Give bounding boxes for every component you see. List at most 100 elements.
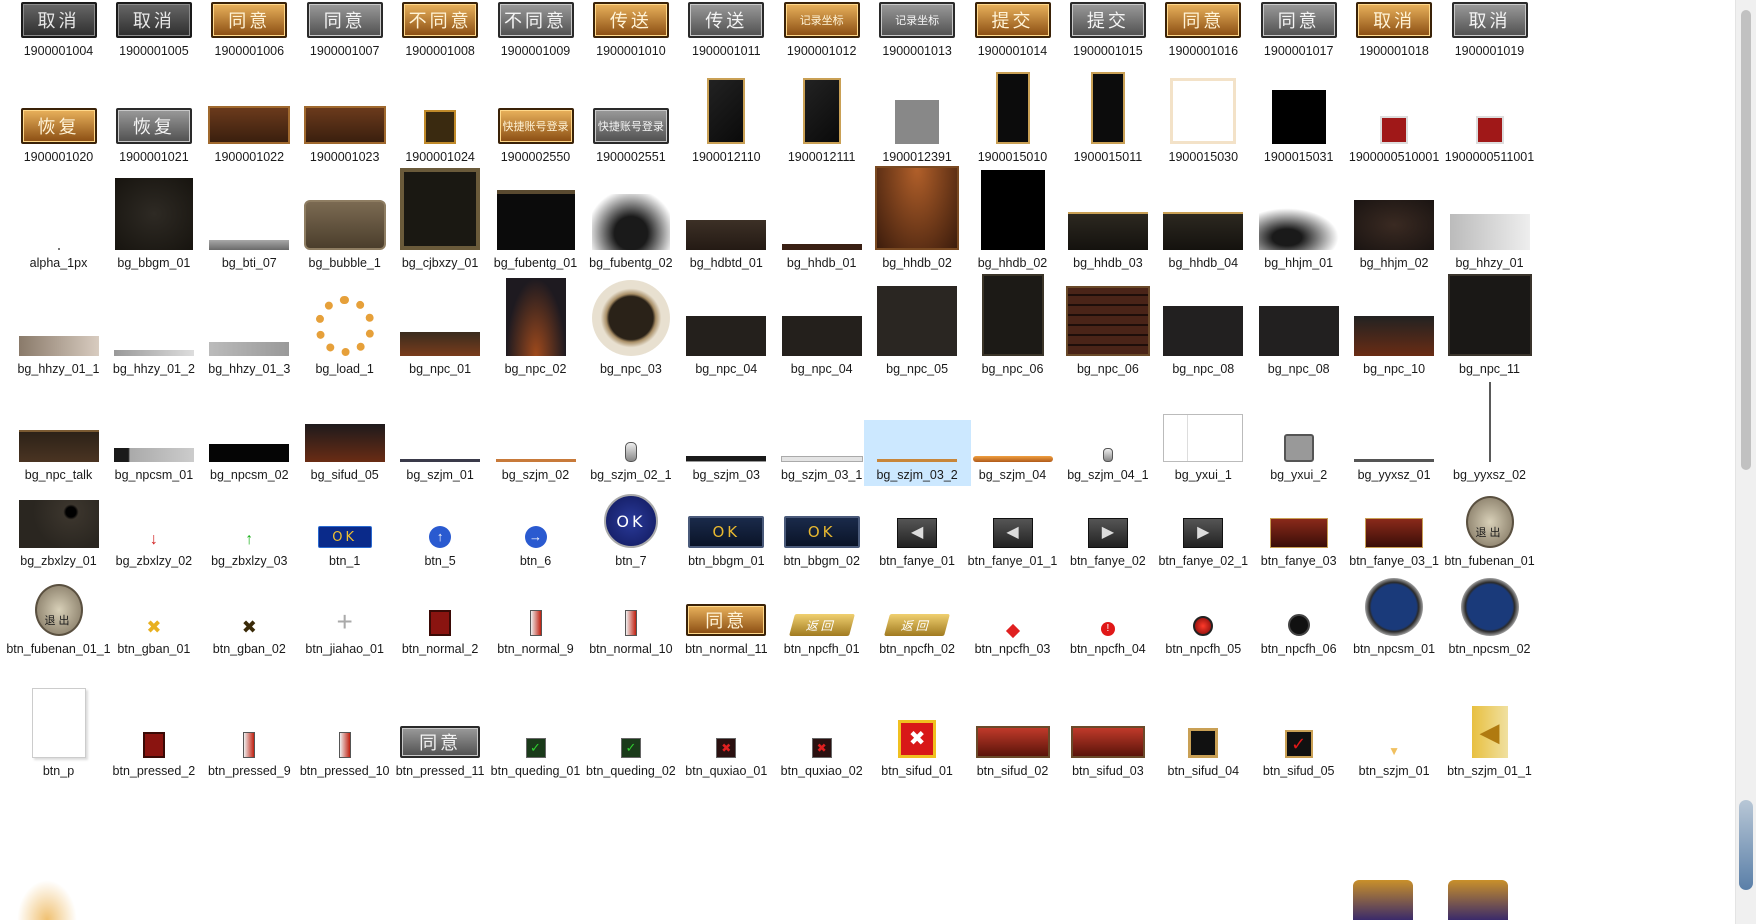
file-item[interactable]: 1900015030 [1150, 78, 1257, 168]
file-item[interactable]: bg_sifud_05 [291, 420, 398, 486]
file-item[interactable]: bg_npc_08 [1245, 306, 1352, 380]
file-item[interactable]: 返回 btn_npcfh_02 [864, 596, 971, 660]
file-item[interactable]: bg_hhzy_01_2 [100, 312, 207, 380]
file-item[interactable]: bg_bbgm_01 [100, 178, 207, 274]
file-item[interactable]: 取消 1900001005 [100, 0, 207, 58]
file-item[interactable]: bg_npc_03 [577, 280, 684, 380]
file-item[interactable]: bg_npc_04 [673, 312, 780, 380]
file-item[interactable]: bg_fubentg_01 [482, 190, 589, 274]
file-item[interactable]: bg_load_1 [291, 296, 398, 380]
file-item[interactable]: 1900001023 [291, 104, 398, 168]
file-item[interactable]: 传送 1900001011 [673, 0, 780, 58]
file-item[interactable]: 同意 1900001017 [1245, 0, 1352, 58]
file-item[interactable]: ✖ btn_gban_02 [196, 596, 303, 660]
file-item[interactable]: bg_hhjm_01 [1245, 206, 1352, 274]
file-item[interactable]: 返回 btn_npcfh_01 [768, 596, 875, 660]
file-item[interactable]: btn_p [5, 688, 112, 784]
file-item[interactable]: 1900000510001 [1341, 104, 1448, 168]
file-item[interactable]: bg_szjm_04 [959, 420, 1066, 486]
file-item[interactable]: btn_sifud_03 [1054, 720, 1161, 784]
file-item[interactable]: bg_hhdb_02 [959, 170, 1066, 274]
file-item[interactable]: btn_normal_10 [577, 596, 684, 660]
scroll-position-indicator[interactable] [1739, 800, 1753, 890]
file-item[interactable]: 1900001024 [387, 104, 494, 168]
file-item[interactable]: btn_pressed_2 [100, 720, 207, 784]
file-item[interactable]: btn_npcfh_06 [1245, 596, 1352, 660]
file-item[interactable]: bg_hhdb_04 [1150, 206, 1257, 274]
file-item[interactable]: bg_npc_11 [1436, 274, 1543, 380]
file-item[interactable]: ! btn_npcfh_04 [1054, 596, 1161, 660]
file-item[interactable]: bg_npc_01 [387, 312, 494, 380]
file-item[interactable]: btn_fanye_03_1 [1341, 512, 1448, 572]
file-item[interactable]: bg_szjm_04_1 [1054, 420, 1161, 486]
file-item[interactable]: 提交 1900001015 [1054, 0, 1161, 58]
file-item[interactable]: bg_cjbxzy_01 [387, 168, 494, 274]
file-item[interactable]: 1900001022 [196, 104, 303, 168]
file-item[interactable]: bg_npc_04 [768, 312, 875, 380]
file-item[interactable]: bg_hdbtd_01 [673, 206, 780, 274]
file-item[interactable]: bg_hhdb_03 [1054, 206, 1161, 274]
file-item[interactable]: 恢复 1900001020 [5, 104, 112, 168]
file-item[interactable]: bg_hhzy_01_1 [5, 312, 112, 380]
file-item[interactable]: ✖ btn_quxiao_01 [673, 720, 780, 784]
file-item[interactable]: bg_hhzy_01_3 [196, 312, 303, 380]
file-item[interactable]: 同意 btn_pressed_11 [387, 720, 494, 784]
file-item[interactable]: bg_yxui_2 [1245, 420, 1352, 486]
file-item[interactable]: 1900012110 [673, 78, 780, 168]
file-item[interactable]: bg_hhjm_02 [1341, 200, 1448, 274]
file-item[interactable]: 1900015011 [1054, 72, 1161, 168]
file-item[interactable]: bg_npc_08 [1150, 306, 1257, 380]
file-item[interactable]: 同意 1900001006 [196, 0, 303, 58]
file-item[interactable]: 快捷账号登录 1900002550 [482, 104, 589, 168]
file-item[interactable]: ▶ btn_fanye_02_1 [1150, 512, 1257, 572]
file-item[interactable]: btn_npcsm_01 [1341, 578, 1448, 660]
file-item[interactable]: 提交 1900001014 [959, 0, 1066, 58]
file-item[interactable]: 恢复 1900001021 [100, 104, 207, 168]
file-item[interactable]: btn_npcfh_05 [1150, 596, 1257, 660]
file-item[interactable]: 取消 1900001004 [5, 0, 112, 58]
file-item[interactable]: bg_npc_05 [864, 286, 971, 380]
file-item[interactable]: bg_npcsm_02 [196, 420, 303, 486]
file-item[interactable]: bg_hhdb_02 [864, 166, 971, 274]
file-item[interactable]: ↑ btn_5 [387, 512, 494, 572]
file-item[interactable]: ↓ bg_zbxlzy_02 [100, 512, 207, 572]
file-item[interactable]: btn_fanye_03 [1245, 512, 1352, 572]
file-item[interactable]: ◀ btn_szjm_01_1 [1436, 706, 1543, 784]
file-item[interactable]: bg_bubble_1 [291, 200, 398, 274]
file-item[interactable]: bg_hhzy_01 [1436, 206, 1543, 274]
file-item[interactable]: 1900015031 [1245, 90, 1352, 168]
file-item[interactable]: 同意 1900001016 [1150, 0, 1257, 58]
file-item[interactable]: bg_yxui_1 [1150, 414, 1257, 486]
file-item[interactable]: bg_yyxsz_02 [1436, 382, 1543, 486]
file-item[interactable]: 退出 btn_fubenan_01_1 [5, 584, 112, 660]
file-item[interactable]: ✖ btn_gban_01 [100, 596, 207, 660]
file-item[interactable]: ✓ btn_queding_02 [577, 720, 684, 784]
file-item[interactable]: ✖ btn_quxiao_02 [768, 720, 875, 784]
file-item[interactable]: btn_sifud_02 [959, 720, 1066, 784]
file-item[interactable]: 快捷账号登录 1900002551 [577, 104, 684, 168]
file-item[interactable]: btn_sifud_04 [1150, 720, 1257, 784]
file-item[interactable]: bg_npc_10 [1341, 312, 1448, 380]
file-item[interactable]: ✖ btn_sifud_01 [864, 720, 971, 784]
file-item[interactable]: ▼ btn_szjm_01 [1341, 720, 1448, 784]
file-item[interactable]: 不同意 1900001008 [387, 0, 494, 58]
file-item[interactable]: btn_npcsm_02 [1436, 578, 1543, 660]
file-item[interactable]: ↑ bg_zbxlzy_03 [196, 512, 303, 572]
file-item[interactable]: 传送 1900001010 [577, 0, 684, 58]
file-item[interactable]: 1900015010 [959, 72, 1066, 168]
vertical-scrollbar[interactable] [1735, 0, 1756, 924]
file-item[interactable]: ▶ btn_fanye_02 [1054, 512, 1161, 572]
file-item[interactable]: btn_pressed_9 [196, 720, 303, 784]
file-item[interactable]: 取消 1900001018 [1341, 0, 1448, 58]
scrollbar-thumb[interactable] [1741, 10, 1751, 470]
file-item[interactable]: + btn_jiahao_01 [291, 596, 398, 660]
file-item[interactable]: bg_fubentg_02 [577, 194, 684, 274]
file-item[interactable]: OK btn_1 [291, 512, 398, 572]
file-item[interactable]: btn_normal_9 [482, 596, 589, 660]
file-item[interactable]: 不同意 1900001009 [482, 0, 589, 58]
file-item[interactable]: btn_pressed_10 [291, 720, 398, 784]
file-item[interactable]: 退出 btn_fubenan_01 [1436, 496, 1543, 572]
file-item[interactable]: 记录坐标 1900001012 [768, 0, 875, 58]
file-item[interactable]: 同意 btn_normal_11 [673, 596, 780, 660]
file-item[interactable]: bg_szjm_03_2 [863, 420, 971, 486]
